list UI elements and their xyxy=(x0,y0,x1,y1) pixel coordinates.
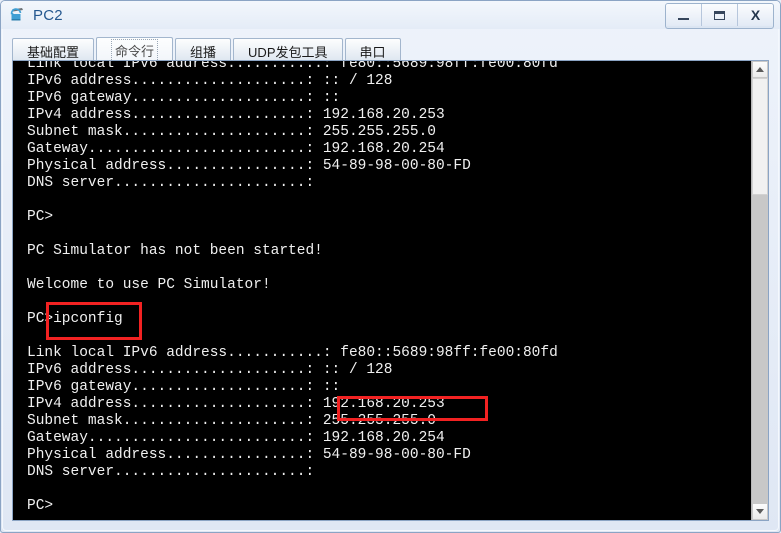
title-bar[interactable]: PC2 X xyxy=(1,1,780,29)
pc-device-icon xyxy=(9,6,27,24)
tab-label: 串口 xyxy=(359,44,386,60)
scroll-down-icon xyxy=(756,509,764,514)
window-controls: X xyxy=(665,3,774,29)
scroll-up-button[interactable] xyxy=(752,61,768,78)
tab-label: 组播 xyxy=(190,44,217,60)
minimize-button[interactable] xyxy=(666,4,702,26)
scroll-down-button[interactable] xyxy=(752,503,768,520)
close-button[interactable]: X xyxy=(738,4,773,26)
minimize-icon xyxy=(678,17,689,20)
tab-label: UDP发包工具 xyxy=(248,44,328,60)
terminal-output-area[interactable]: Link local IPv6 address...........: fe80… xyxy=(13,61,751,520)
window-title: PC2 xyxy=(33,6,63,24)
scrollbar-track[interactable] xyxy=(752,78,768,503)
maximize-button[interactable] xyxy=(702,4,738,26)
tab-label: 命令行 xyxy=(111,39,159,62)
pc2-window: PC2 X 基础配置 命令行 组播 UDP发包工具 串口 Link local … xyxy=(0,0,781,533)
console-panel: Link local IPv6 address...........: fe80… xyxy=(12,60,769,521)
scrollbar-track-lower[interactable] xyxy=(752,195,768,503)
scrollbar-thumb[interactable] xyxy=(752,78,768,195)
terminal-scrollbar[interactable] xyxy=(751,61,768,520)
close-icon: X xyxy=(750,7,761,23)
maximize-icon xyxy=(714,10,725,20)
terminal-text: Link local IPv6 address...........: fe80… xyxy=(27,61,558,514)
tab-label: 基础配置 xyxy=(27,44,80,60)
title-bar-left: PC2 xyxy=(9,1,63,29)
scroll-up-icon xyxy=(756,67,764,72)
tab-bar: 基础配置 命令行 组播 UDP发包工具 串口 xyxy=(12,36,403,63)
